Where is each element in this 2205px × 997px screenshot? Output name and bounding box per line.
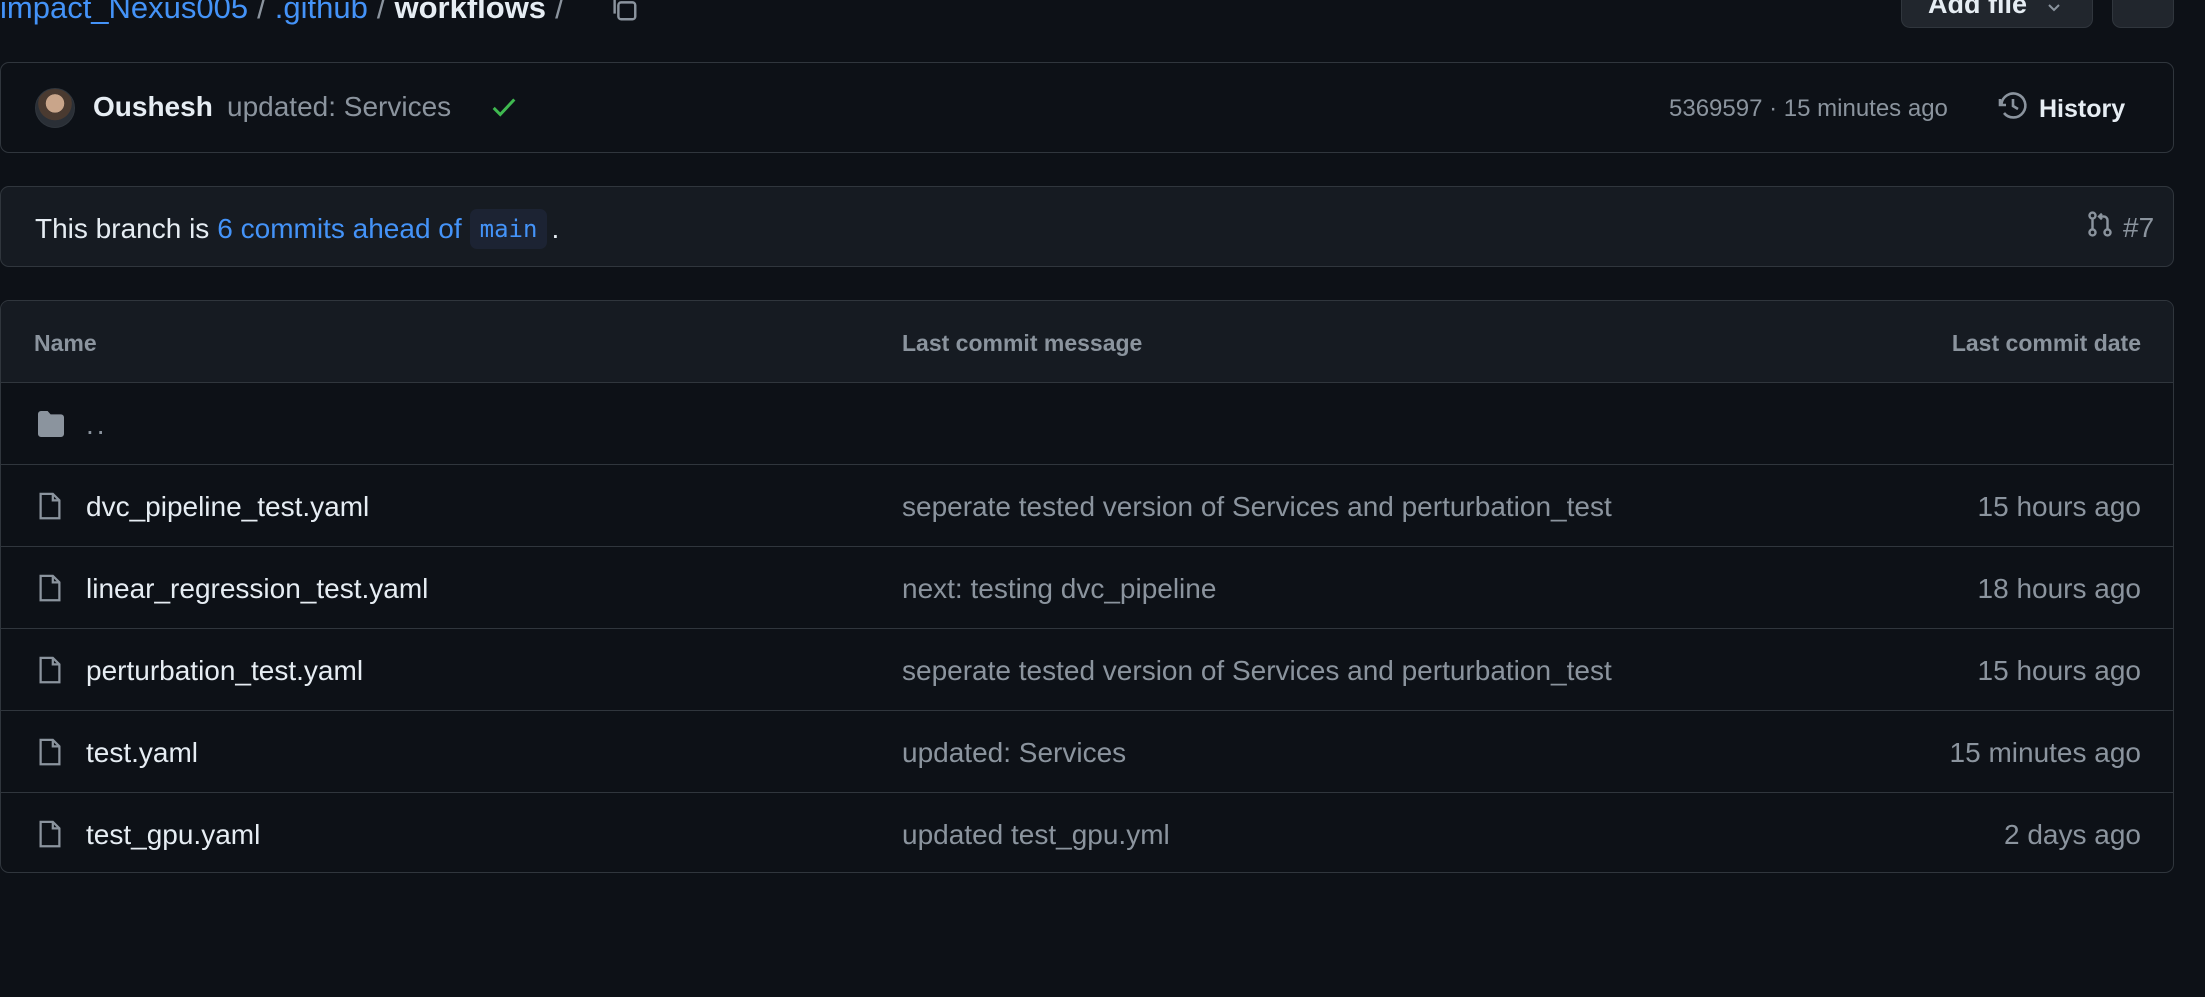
commits-ahead-link[interactable]: 6 commits ahead of [217, 213, 461, 245]
base-branch-name[interactable]: main [469, 209, 548, 249]
breadcrumb-separator: / [555, 0, 564, 25]
file-icon [35, 818, 65, 855]
folder-icon [35, 408, 67, 445]
file-commit-date: 15 hours ago [1977, 655, 2141, 686]
column-header-name: Name [34, 330, 97, 356]
breadcrumb-separator: / [257, 0, 266, 25]
file-name-link[interactable]: test_gpu.yaml [86, 819, 260, 851]
add-file-button[interactable]: Add file [1901, 0, 2093, 28]
add-file-label: Add file [1928, 0, 2027, 19]
file-commit-date: 15 hours ago [1977, 491, 2141, 522]
table-row: perturbation_test.yaml seperate tested v… [1, 629, 2173, 711]
file-name-link[interactable]: dvc_pipeline_test.yaml [86, 491, 369, 523]
breadcrumb-current: workflows [394, 0, 547, 25]
avatar[interactable] [35, 88, 75, 128]
commit-author[interactable]: Oushesh [93, 91, 213, 123]
file-icon [35, 654, 65, 691]
file-commit-date: 15 minutes ago [1949, 737, 2141, 768]
file-name-link[interactable]: perturbation_test.yaml [86, 655, 363, 687]
parent-directory-row[interactable]: .. [1, 383, 2173, 465]
file-name-link[interactable]: test.yaml [86, 737, 198, 769]
commit-time: 15 minutes ago [1783, 95, 1948, 122]
table-row: test_gpu.yaml updated test_gpu.yml 2 day… [1, 793, 2173, 872]
file-commit-message[interactable]: seperate tested version of Services and … [902, 655, 1612, 687]
parent-directory-link[interactable]: .. [86, 409, 108, 441]
pull-request-link[interactable]: #7 [2085, 209, 2154, 246]
table-header: Name Last commit message Last commit dat… [1, 301, 2173, 383]
pull-request-number: #7 [2123, 211, 2155, 243]
breadcrumb-separator: / [376, 0, 386, 25]
breadcrumb-repo-link[interactable]: impact_Nexus005 [0, 0, 248, 26]
branch-status-bar: This branch is 6 commits ahead of main .… [0, 186, 2174, 267]
table-row: test.yaml updated: Services 15 minutes a… [1, 711, 2173, 793]
breadcrumb: impact_Nexus005 / .github / workflows / [0, 0, 639, 28]
branch-status-prefix: This branch is [35, 213, 210, 244]
table-row: linear_regression_test.yaml next: testin… [1, 547, 2173, 629]
commit-meta: 5369597 · 15 minutes ago [1669, 95, 1948, 123]
branch-status-suffix: . [551, 213, 560, 244]
file-commit-date: 18 hours ago [1977, 573, 2141, 604]
file-commit-date: 2 days ago [2004, 819, 2141, 850]
column-header-date: Last commit date [1951, 330, 2141, 356]
commit-hash[interactable]: 5369597 [1669, 95, 1762, 122]
branch-status-text: This branch is 6 commits ahead of main . [35, 209, 559, 249]
history-button[interactable]: History [1997, 90, 2125, 129]
history-icon [1997, 90, 2029, 129]
breadcrumb-folder-link[interactable]: .github [275, 0, 368, 26]
check-icon[interactable] [489, 92, 519, 127]
file-table: Name Last commit message Last commit dat… [0, 300, 2174, 873]
file-commit-message[interactable]: seperate tested version of Services and … [902, 491, 1612, 523]
chevron-down-icon [2046, 0, 2062, 22]
file-icon [35, 736, 65, 773]
file-commit-message[interactable]: updated test_gpu.yml [902, 819, 1170, 851]
file-name-link[interactable]: linear_regression_test.yaml [86, 573, 428, 605]
copy-path-icon[interactable] [609, 0, 639, 23]
commit-message[interactable]: updated: Services [227, 91, 451, 123]
file-icon [35, 572, 65, 609]
file-commit-message[interactable]: next: testing dvc_pipeline [902, 573, 1216, 605]
table-row: dvc_pipeline_test.yaml seperate tested v… [1, 465, 2173, 547]
history-label: History [2039, 95, 2126, 123]
more-options-button[interactable] [2112, 0, 2174, 28]
file-commit-message[interactable]: updated: Services [902, 737, 1126, 769]
file-icon [35, 490, 65, 527]
commit-meta-separator: · [1769, 95, 1784, 122]
pull-request-icon [2085, 209, 2115, 246]
latest-commit-bar: Oushesh updated: Services 5369597 · 15 m… [0, 62, 2174, 153]
column-header-message: Last commit message [902, 330, 1143, 356]
